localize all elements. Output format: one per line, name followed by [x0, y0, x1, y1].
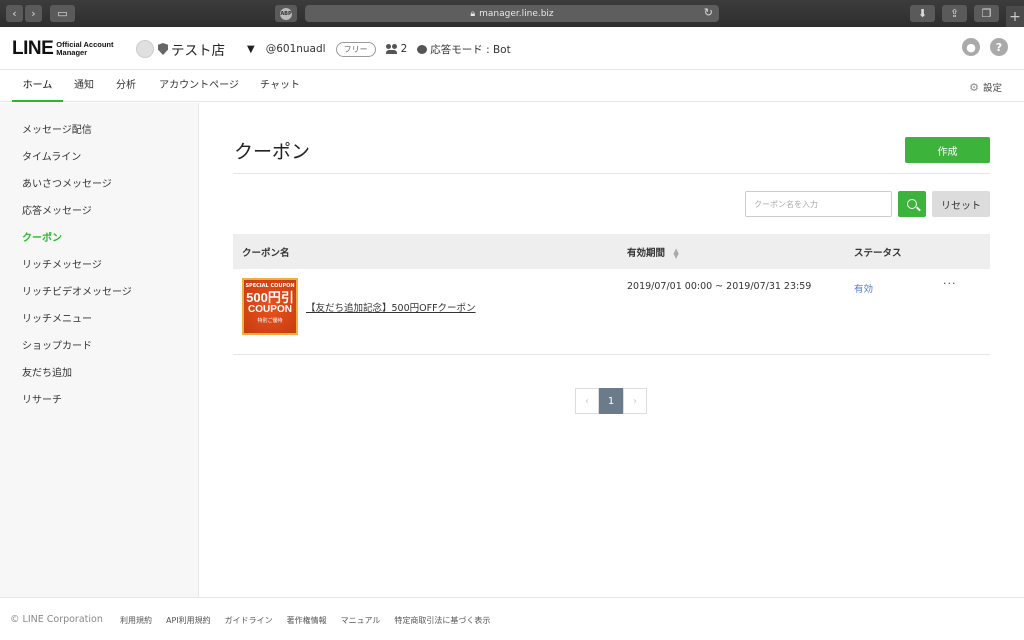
response-mode[interactable]: 応答モード : Bot — [417, 42, 511, 57]
pagination-page-1[interactable]: 1 — [599, 388, 623, 414]
thumb-line2: 500円引 — [246, 290, 294, 305]
footer-link-commerce-law[interactable]: 特定商取引法に基づく表示 — [394, 615, 490, 626]
sidebar-item-greeting-message[interactable]: あいさつメッセージ — [22, 175, 112, 190]
tab-chat[interactable]: チャット — [257, 70, 303, 102]
column-header-period[interactable]: 有効期間 ▲ ▼ — [627, 245, 679, 259]
footer: © LINE Corporation 利用規約 API利用規約 ガイドライン 著… — [0, 597, 1024, 640]
coupon-name-link[interactable]: 【友だち追加記念】500円OFFクーポン — [306, 300, 476, 314]
chevron-down-icon[interactable]: ▼ — [247, 44, 255, 55]
sidebar-item-add-friends[interactable]: 友だち追加 — [22, 364, 72, 379]
sidebar-item-message-delivery[interactable]: メッセージ配信 — [22, 121, 92, 136]
page-title: クーポン — [234, 141, 311, 163]
column-header-status: ステータス — [854, 248, 902, 259]
sidebar-item-rich-video-message[interactable]: リッチビデオメッセージ — [22, 283, 132, 298]
coupon-thumbnail[interactable]: SPECIAL COUPON 500円引 COUPON 特別ご優待 — [242, 278, 298, 335]
coupon-status: 有効 — [854, 284, 874, 295]
new-tab-button[interactable]: + — [1006, 6, 1024, 27]
friend-count: 2 — [385, 43, 408, 55]
logo-sub-line2: Manager — [56, 47, 88, 57]
download-button[interactable]: ⬇ — [910, 5, 935, 22]
user-profile-icon[interactable]: ● — [962, 38, 980, 56]
sidebar-item-shop-card[interactable]: ショップカード — [22, 337, 92, 352]
adblock-button[interactable]: ABP — [275, 5, 297, 22]
response-mode-label: 応答モード : Bot — [430, 43, 511, 56]
sidebar-item-timeline[interactable]: タイムライン — [22, 148, 81, 163]
pagination-next-button[interactable]: › — [623, 388, 647, 414]
url-text: manager.line.biz — [479, 8, 554, 19]
sort-icon[interactable]: ▲ ▼ — [673, 247, 678, 259]
coupon-period: 2019/07/01 00:00 ~ 2019/07/31 23:59 — [627, 281, 812, 292]
thumb-line3: COUPON — [248, 304, 292, 315]
settings-link[interactable]: ⚙ 設定 — [969, 80, 1002, 95]
account-id: @601nuadl — [265, 43, 326, 55]
search-button[interactable] — [898, 191, 926, 217]
sidebar-item-rich-menu[interactable]: リッチメニュー — [22, 310, 92, 325]
help-icon[interactable]: ? — [990, 38, 1008, 56]
more-options-icon[interactable]: ··· — [943, 277, 957, 290]
tab-account-page[interactable]: アカウントページ — [155, 70, 243, 102]
sidebar-item-rich-message[interactable]: リッチメッセージ — [22, 256, 102, 271]
main-content: クーポン 作成 クーポン名 有効期間 ▲▼ ステータス SPECIAL COUP… — [200, 103, 1024, 597]
footer-link-manual[interactable]: マニュアル — [341, 615, 381, 626]
search-icon — [907, 199, 917, 209]
pagination-prev-button[interactable]: ‹ — [575, 388, 599, 414]
shield-icon — [158, 43, 168, 55]
tab-analytics[interactable]: 分析 — [112, 70, 140, 102]
sidebar-toggle-button[interactable]: ▭ — [50, 5, 75, 22]
browser-toolbar: ‹ › ▭ ABP 🔒︎ manager.line.biz ↻ ⬇ ⇪ ❐ + — [0, 0, 1024, 27]
table-header: クーポン名 有効期間 ▲ ▼ ステータス — [233, 234, 990, 269]
create-coupon-button[interactable]: 作成 — [905, 137, 990, 163]
footer-link-guidelines[interactable]: ガイドライン — [225, 615, 273, 626]
friends-icon — [385, 44, 398, 54]
footer-link-copyright[interactable]: 著作権情報 — [287, 615, 327, 626]
footer-link-terms[interactable]: 利用規約 — [120, 615, 152, 626]
main-tabs: ホーム 通知 分析 アカウントページ チャット ⚙ 設定 — [0, 70, 1024, 102]
tab-home[interactable]: ホーム — [12, 70, 63, 102]
copyright: © LINE Corporation — [10, 614, 103, 625]
account-name: テスト店 — [171, 43, 225, 59]
share-button[interactable]: ⇪ — [942, 5, 967, 22]
settings-label: 設定 — [982, 83, 1002, 94]
sidebar: メッセージ配信 タイムライン あいさつメッセージ 応答メッセージ クーポン リッ… — [0, 103, 199, 597]
column-header-name: クーポン名 — [242, 248, 290, 259]
table-row: SPECIAL COUPON 500円引 COUPON 特別ご優待 【友だち追加… — [233, 269, 990, 355]
divider — [233, 173, 990, 174]
logo-main: LINE — [12, 38, 54, 59]
thumb-line1: SPECIAL COUPON — [245, 283, 295, 289]
pagination: ‹ 1 › — [575, 388, 647, 414]
thumb-line4: 特別ご優待 — [257, 318, 283, 324]
app-header: LINE Official Account Manager テスト店 ▼ @60… — [0, 27, 1024, 70]
reset-button[interactable]: リセット — [932, 191, 990, 217]
sidebar-item-auto-response[interactable]: 応答メッセージ — [22, 202, 92, 217]
line-oa-logo[interactable]: LINE Official Account Manager — [12, 39, 114, 58]
avatar — [136, 40, 154, 58]
address-bar[interactable]: 🔒︎ manager.line.biz ↻ — [305, 5, 719, 22]
forward-button[interactable]: › — [25, 5, 42, 22]
friend-count-value: 2 — [400, 43, 408, 55]
sidebar-item-research[interactable]: リサーチ — [22, 391, 62, 406]
gear-icon: ⚙ — [969, 80, 979, 94]
footer-links: 利用規約 API利用規約 ガイドライン 著作権情報 マニュアル 特定商取引法に基… — [120, 615, 490, 626]
footer-link-api-terms[interactable]: API利用規約 — [166, 615, 211, 626]
sidebar-item-coupon[interactable]: クーポン — [22, 229, 62, 244]
tab-notifications[interactable]: 通知 — [70, 70, 98, 102]
column-header-period-label: 有効期間 — [627, 248, 666, 259]
reload-icon[interactable]: ↻ — [704, 6, 713, 19]
tabs-overview-button[interactable]: ❐ — [974, 5, 999, 22]
coupon-search-input[interactable] — [745, 191, 892, 217]
back-button[interactable]: ‹ — [6, 5, 23, 22]
logo-sub: Official Account Manager — [56, 40, 113, 57]
account-switcher[interactable]: テスト店 ▼ @601nuadl フリー 2 応答モード : Bot — [136, 39, 511, 59]
chat-bubble-icon — [417, 44, 428, 54]
plan-badge: フリー — [335, 41, 376, 57]
lock-icon: 🔒︎ — [470, 8, 476, 19]
adblock-icon: ABP — [280, 7, 292, 20]
